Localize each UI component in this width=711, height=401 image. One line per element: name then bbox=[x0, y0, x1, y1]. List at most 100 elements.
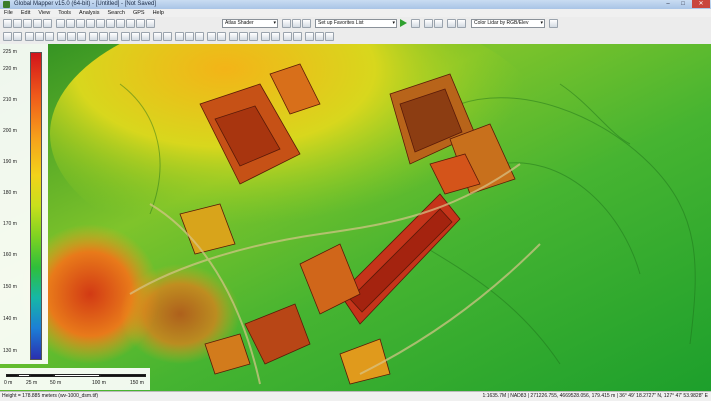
vertical-exag-icon[interactable] bbox=[292, 19, 301, 28]
copy-feature-icon[interactable] bbox=[207, 32, 216, 41]
favorites-value: Set up Favorites List bbox=[318, 20, 364, 26]
menu-search[interactable]: Search bbox=[104, 9, 129, 17]
buffer-icon[interactable] bbox=[131, 32, 140, 41]
chevron-down-icon: ▾ bbox=[392, 20, 395, 26]
lidar-toolbar-icon[interactable] bbox=[424, 19, 433, 28]
create-circle-icon[interactable] bbox=[57, 32, 66, 41]
measure-icon[interactable] bbox=[116, 19, 125, 28]
menu-gps[interactable]: GPS bbox=[129, 9, 149, 17]
create-area-icon[interactable] bbox=[35, 32, 44, 41]
create-rectangle-icon[interactable] bbox=[45, 32, 54, 41]
path-profile-icon[interactable] bbox=[136, 19, 145, 28]
legend-label: 225 m bbox=[3, 49, 17, 55]
create-line-icon[interactable] bbox=[25, 32, 34, 41]
shader-value: Atlas Shader bbox=[225, 20, 254, 26]
app-icon bbox=[3, 1, 10, 8]
legend-label: 170 m bbox=[3, 221, 17, 227]
window-title: Global Mapper v15.0 (64-bit) - [Untitled… bbox=[14, 1, 157, 7]
menu-help[interactable]: Help bbox=[149, 9, 168, 17]
select-icon[interactable] bbox=[185, 32, 194, 41]
download-data-icon[interactable] bbox=[43, 19, 52, 28]
scale-feature-icon[interactable] bbox=[99, 32, 108, 41]
scale-segment bbox=[54, 374, 100, 377]
menu-view[interactable]: View bbox=[34, 9, 54, 17]
elevation-raster bbox=[0, 44, 711, 391]
lidar-color-select[interactable]: Color Lidar by RGB/Elev ▾ bbox=[471, 19, 545, 28]
rotate-feature-icon[interactable] bbox=[89, 32, 98, 41]
zoom-out-icon[interactable] bbox=[76, 19, 85, 28]
print-icon[interactable] bbox=[23, 19, 32, 28]
menu-analysis[interactable]: Analysis bbox=[75, 9, 103, 17]
lidar-select-icon[interactable] bbox=[457, 19, 466, 28]
3d-view-icon[interactable] bbox=[126, 19, 135, 28]
overlay-control-icon[interactable] bbox=[33, 19, 42, 28]
refresh-icon[interactable] bbox=[106, 19, 115, 28]
delete-feature-icon[interactable] bbox=[141, 32, 150, 41]
run-favorite-icon[interactable] bbox=[400, 19, 407, 27]
legend-label: 140 m bbox=[3, 316, 17, 322]
scale-label: 150 m bbox=[130, 380, 144, 386]
menu-tools[interactable]: Tools bbox=[54, 9, 75, 17]
config-icon[interactable] bbox=[56, 19, 65, 28]
simplify-icon[interactable] bbox=[239, 32, 248, 41]
menu-file[interactable]: File bbox=[0, 9, 17, 17]
lidar-filter-icon[interactable] bbox=[434, 19, 443, 28]
scale-label: 0 m bbox=[4, 380, 13, 386]
draw-icon[interactable] bbox=[305, 32, 314, 41]
scale-bar: 0 m 25 m 50 m 100 m 150 m bbox=[0, 368, 150, 390]
digitizer-icon[interactable] bbox=[3, 32, 12, 41]
legend-label: 130 m bbox=[3, 348, 17, 354]
legend-label: 180 m bbox=[3, 190, 17, 196]
info-icon[interactable] bbox=[146, 19, 155, 28]
undo-icon[interactable] bbox=[315, 32, 324, 41]
lidar-color-value: Color Lidar by RGB/Elev bbox=[474, 20, 529, 26]
snap-icon[interactable] bbox=[175, 32, 184, 41]
style-icon[interactable] bbox=[163, 32, 172, 41]
status-height: Height = 178.885 meters (wv-1000_dsm.tif… bbox=[2, 393, 99, 399]
grid-icon[interactable] bbox=[283, 32, 292, 41]
legend-label: 190 m bbox=[3, 159, 17, 165]
select-by-area-icon[interactable] bbox=[195, 32, 204, 41]
split-feature-icon[interactable] bbox=[109, 32, 118, 41]
minimize-button[interactable]: – bbox=[661, 0, 675, 8]
lidar-settings-icon[interactable] bbox=[549, 19, 558, 28]
full-view-icon[interactable] bbox=[96, 19, 105, 28]
edit-favorites-icon[interactable] bbox=[411, 19, 420, 28]
contour-icon[interactable] bbox=[293, 32, 302, 41]
status-coordinates: 1:1635.7M | NAD83 | 271226.755, 4669528.… bbox=[482, 393, 708, 399]
reverse-icon[interactable] bbox=[249, 32, 258, 41]
label-icon[interactable] bbox=[261, 32, 270, 41]
smooth-icon[interactable] bbox=[229, 32, 238, 41]
maximize-button[interactable]: □ bbox=[676, 0, 690, 8]
paste-feature-icon[interactable] bbox=[217, 32, 226, 41]
legend-label: 160 m bbox=[3, 252, 17, 258]
scale-label: 25 m bbox=[26, 380, 38, 386]
join-feature-icon[interactable] bbox=[121, 32, 130, 41]
legend-label: 200 m bbox=[3, 128, 17, 134]
scale-label: 100 m bbox=[92, 380, 106, 386]
save-icon[interactable] bbox=[13, 19, 22, 28]
water-level-icon[interactable] bbox=[302, 19, 311, 28]
lidar-classify-icon[interactable] bbox=[447, 19, 456, 28]
create-point-icon[interactable] bbox=[13, 32, 22, 41]
redo-icon[interactable] bbox=[325, 32, 334, 41]
text-icon[interactable] bbox=[271, 32, 280, 41]
attribute-icon[interactable] bbox=[153, 32, 162, 41]
legend-label: 220 m bbox=[3, 66, 17, 72]
map-view[interactable] bbox=[0, 44, 711, 391]
light-direction-icon[interactable] bbox=[282, 19, 291, 28]
shader-select[interactable]: Atlas Shader ▾ bbox=[222, 19, 278, 28]
zoom-in-icon[interactable] bbox=[66, 19, 75, 28]
edit-vertices-icon[interactable] bbox=[67, 32, 76, 41]
favorites-select[interactable]: Set up Favorites List ▾ bbox=[315, 19, 397, 28]
menu-edit[interactable]: Edit bbox=[17, 9, 34, 17]
move-feature-icon[interactable] bbox=[77, 32, 86, 41]
legend-label: 150 m bbox=[3, 284, 17, 290]
legend-color-bar bbox=[30, 52, 42, 360]
elevation-legend: 225 m 220 m 210 m 200 m 190 m 180 m 170 … bbox=[0, 44, 48, 364]
pan-icon[interactable] bbox=[86, 19, 95, 28]
digitizer-toolbar bbox=[0, 30, 711, 45]
open-data-icon[interactable] bbox=[3, 19, 12, 28]
chevron-down-icon: ▾ bbox=[273, 20, 276, 26]
close-button[interactable]: ✕ bbox=[692, 0, 710, 8]
